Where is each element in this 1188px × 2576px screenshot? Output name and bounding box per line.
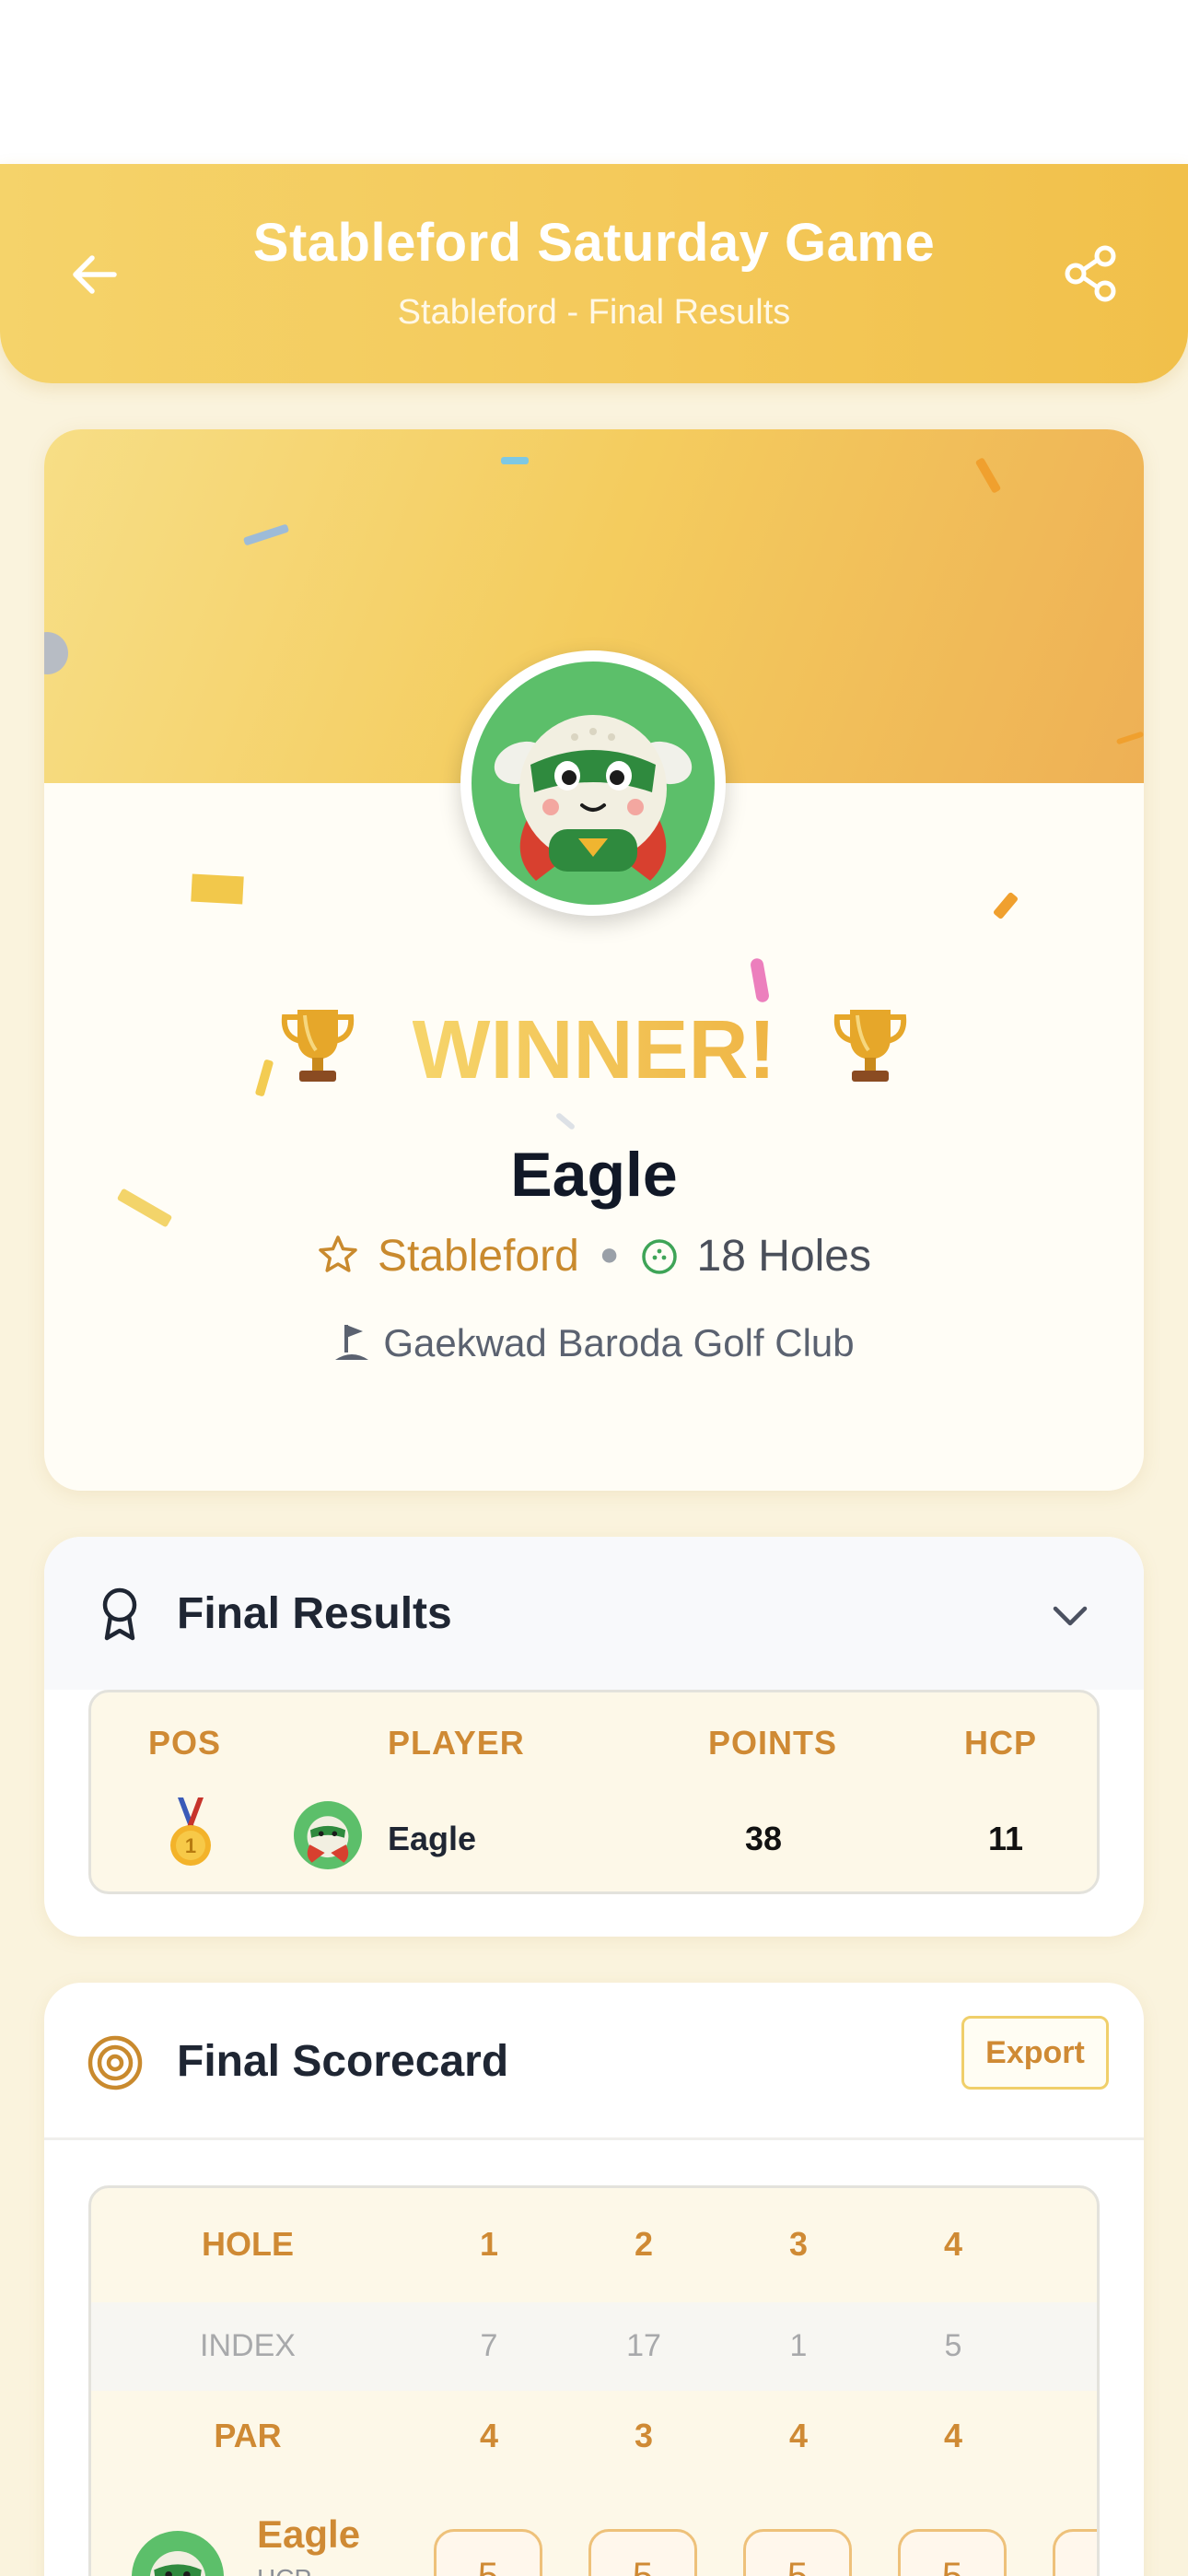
hole-row: HOLE 1 2 3 4 5 <box>91 2188 1097 2302</box>
player-hcp: 11 <box>988 1820 1024 1857</box>
winner-label: WINNER! <box>412 1004 776 1096</box>
trophy-icon <box>281 1010 354 1082</box>
player-score-row: Eagle HCP 5 5 5 5 5 <box>91 2479 1097 2576</box>
hole-score-input[interactable]: 5 <box>588 2529 697 2576</box>
scorecard-table[interactable]: HOLE 1 2 3 4 5 INDEX 7 17 1 5 1 PAR 4 3 … <box>88 2185 1100 2576</box>
divider <box>44 2137 1144 2140</box>
final-scorecard-title: Final Scorecard <box>177 2037 509 2086</box>
final-scorecard-card: Final Scorecard Export HOLE 1 2 3 4 5 IN… <box>44 1983 1144 2576</box>
hole-index: 1 <box>1031 2328 1097 2364</box>
column-header-points: POINTS <box>708 1724 838 1762</box>
winner-avatar <box>460 650 726 916</box>
medal-position: 1 <box>185 1834 196 1857</box>
hole-index: 5 <box>944 2328 962 2363</box>
golf-ball-icon <box>641 1239 677 1274</box>
holes-count: 18 Holes <box>696 1232 871 1281</box>
player-name: Eagle <box>257 2512 361 2556</box>
hole-number: 5 <box>1031 2225 1097 2264</box>
final-results-title: Final Results <box>177 1589 452 1638</box>
player-points: 38 <box>745 1820 783 1857</box>
chevron-down-icon[interactable] <box>1048 1594 1092 1638</box>
game-format: Stableford <box>377 1232 579 1281</box>
app-header: Stableford Saturday Game Stableford - Fi… <box>0 164 1188 383</box>
hole-par: 4 <box>479 2417 499 2454</box>
confetti <box>554 1111 577 1131</box>
par-row: PAR 4 3 4 4 3 <box>91 2391 1097 2479</box>
hole-label: HOLE <box>201 2225 294 2263</box>
game-meta: Stableford ● 18 Holes <box>44 1231 1144 1282</box>
hole-score-input[interactable]: 5 <box>434 2529 542 2576</box>
player-avatar <box>294 1801 362 1869</box>
separator-dot: ● <box>599 1235 620 1272</box>
hole-par: 4 <box>943 2417 963 2454</box>
hole-index: 17 <box>626 2328 661 2363</box>
export-button[interactable]: Export <box>961 2016 1109 2090</box>
hole-par: 3 <box>634 2417 654 2454</box>
hole-number: 3 <box>788 2225 809 2263</box>
column-header-hcp: HCP <box>964 1724 1038 1762</box>
winner-card: WINNER! Eagle Stableford ● 18 Holes Gaekw… <box>44 429 1144 1491</box>
par-label: PAR <box>214 2417 282 2454</box>
target-icon <box>87 2035 143 2090</box>
golf-ball-mascot-icon <box>494 715 693 881</box>
confetti <box>992 891 1019 920</box>
hole-score-input[interactable]: 5 <box>1053 2529 1097 2576</box>
hole-par: 3 <box>1031 2417 1097 2455</box>
hole-score-input[interactable]: 5 <box>898 2529 1007 2576</box>
confetti <box>501 457 529 464</box>
player-hcp-label: HCP <box>257 2564 311 2576</box>
trophy-icon <box>834 1010 907 1082</box>
confetti <box>749 957 771 1003</box>
column-header-pos: POS <box>148 1724 222 1762</box>
hole-number: 4 <box>943 2225 963 2263</box>
final-results-header[interactable]: Final Results <box>44 1537 1144 1690</box>
hole-number: 2 <box>634 2225 654 2263</box>
course-name: Gaekwad Baroda Golf Club <box>383 1321 855 1364</box>
hole-score-input[interactable]: 5 <box>743 2529 852 2576</box>
golf-ball-mascot-icon <box>149 2550 206 2576</box>
golf-ball-mascot-icon <box>307 1816 349 1863</box>
hole-index: 7 <box>480 2328 498 2363</box>
page-subtitle: Stableford - Final Results <box>397 293 791 332</box>
course-info: Gaekwad Baroda Golf Club <box>44 1321 1144 1365</box>
index-label: INDEX <box>200 2328 296 2363</box>
winner-name: Eagle <box>510 1140 678 1210</box>
golf-ball-mascot-avatar <box>472 662 715 905</box>
hole-par: 4 <box>788 2417 809 2454</box>
status-bar <box>0 0 1188 164</box>
star-icon <box>319 1235 357 1272</box>
hole-index: 1 <box>789 2328 808 2363</box>
confetti <box>191 873 244 905</box>
results-table: POS PLAYER POINTS HCP 1 Eagle 38 11 <box>88 1690 1100 1894</box>
page-title: Stableford Saturday Game <box>252 213 936 273</box>
player-name: Eagle <box>388 1820 477 1857</box>
winner-heading: WINNER! <box>44 1001 1144 1098</box>
hole-number: 1 <box>479 2225 499 2263</box>
player-avatar <box>132 2531 224 2576</box>
share-button[interactable] <box>1061 243 1122 304</box>
gold-medal-icon: 1 <box>170 1797 211 1866</box>
index-row: INDEX 7 17 1 5 1 <box>91 2302 1097 2391</box>
share-icon <box>1065 245 1116 302</box>
final-results-card: Final Results POS PLAYER POINTS HCP 1 Ea… <box>44 1537 1144 1937</box>
award-ribbon-icon <box>102 1587 137 1641</box>
column-header-player: PLAYER <box>388 1724 525 1762</box>
golf-flag-icon <box>335 1325 369 1360</box>
